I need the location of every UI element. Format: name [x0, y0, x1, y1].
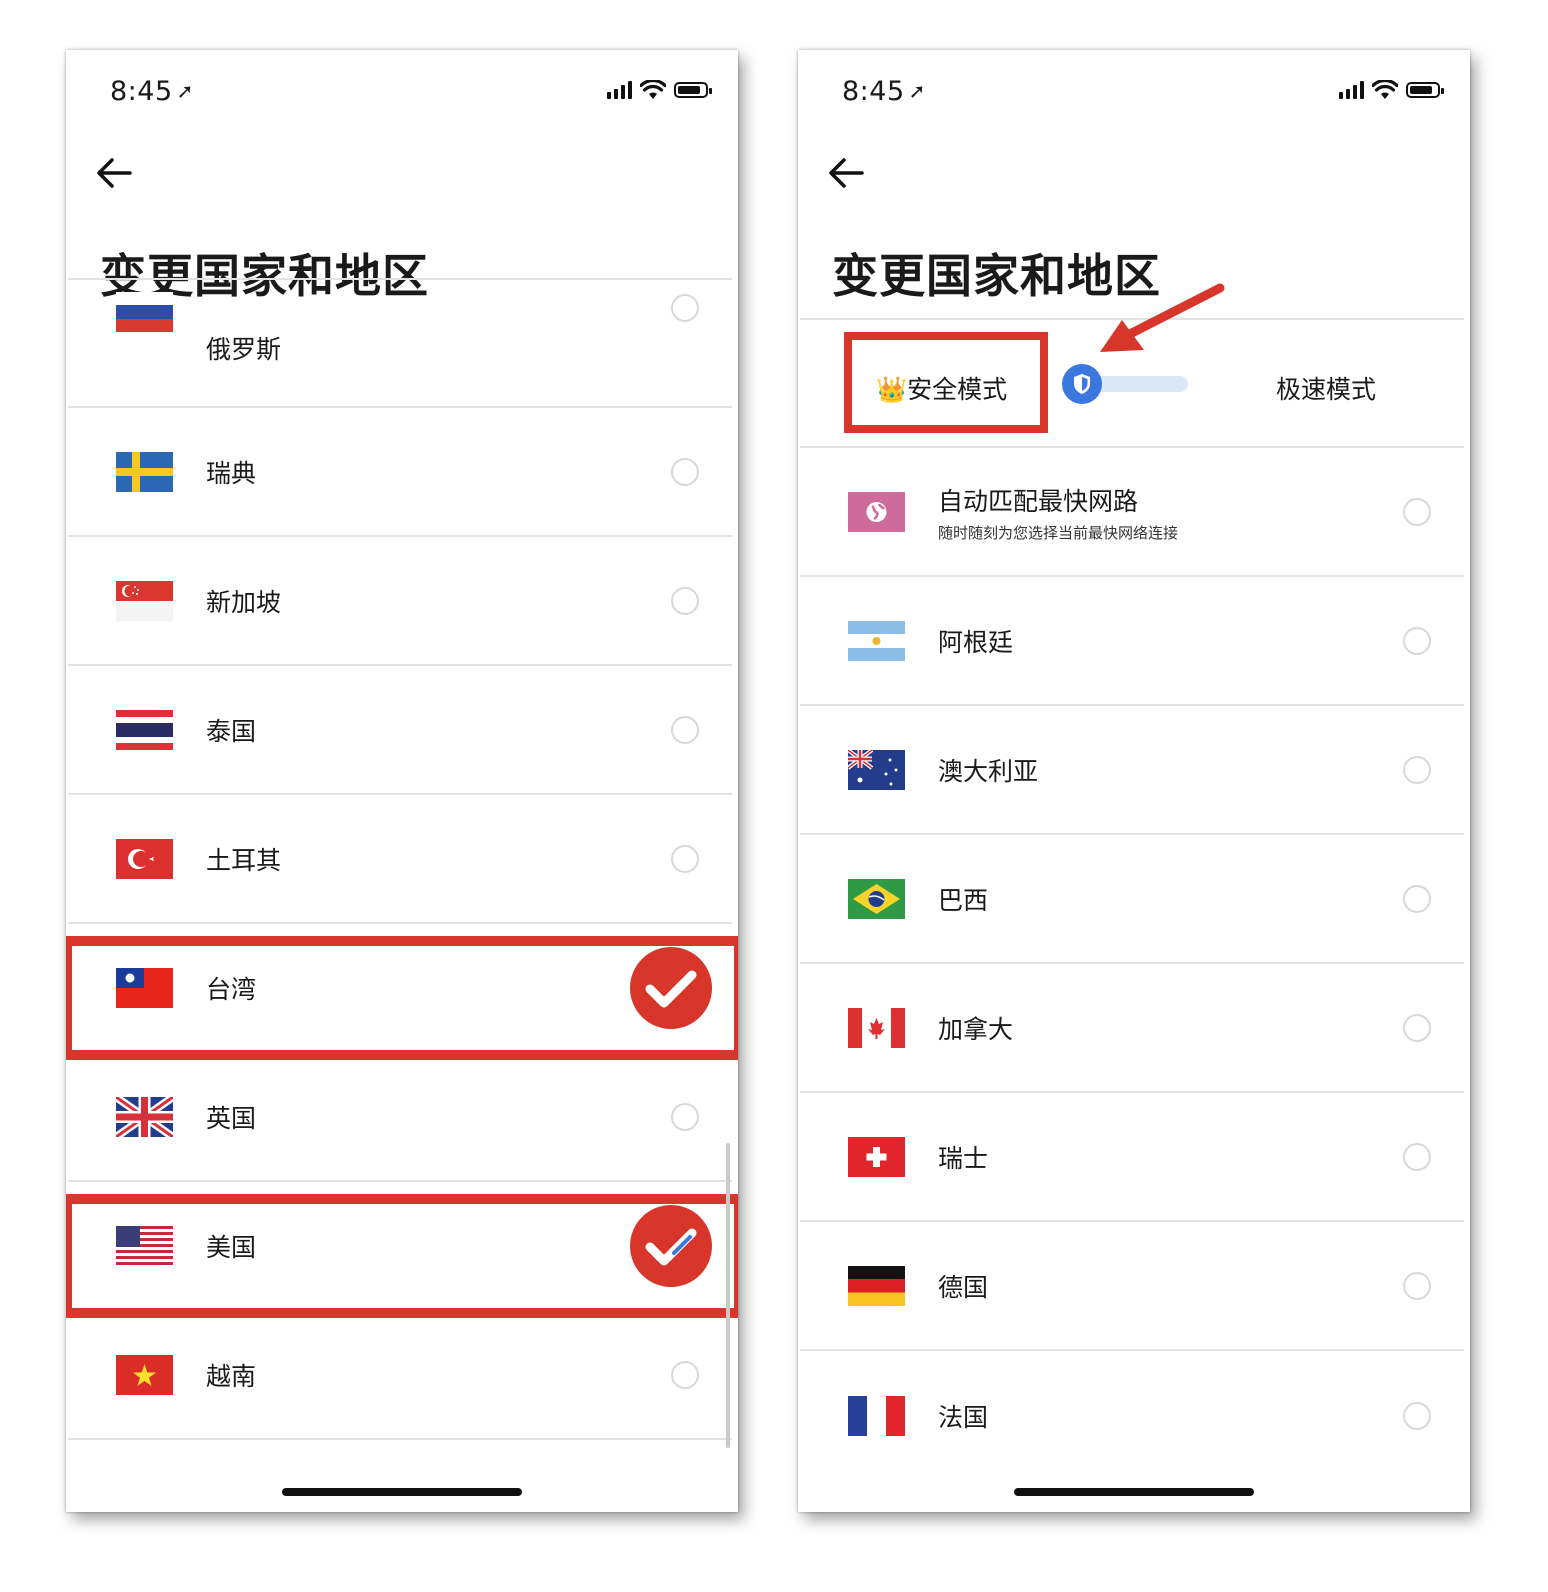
canada-flag-icon	[848, 1007, 905, 1048]
country-label: 土耳其	[206, 845, 282, 875]
country-row-uk[interactable]: 英国	[68, 1053, 732, 1182]
back-arrow-icon[interactable]	[92, 150, 138, 196]
country-row-germany[interactable]: 德国	[800, 1222, 1464, 1351]
mode-toggle-knob[interactable]	[1062, 364, 1102, 404]
phone-screen-right: 8:45 ➚ 变更国家和地区 👑安全模式 极速模式 自动匹配最快网路 随时随刻为您…	[798, 50, 1470, 1512]
vietnam-flag-icon	[116, 1354, 173, 1395]
radio-button[interactable]	[671, 294, 699, 322]
radio-button[interactable]	[1403, 1271, 1431, 1300]
fast-mode-label[interactable]: 极速模式	[1276, 370, 1376, 406]
selected-check-icon[interactable]	[630, 1204, 712, 1287]
country-row-taiwan[interactable]: 台湾	[68, 924, 732, 1053]
country-label: 澳大利亚	[938, 756, 1039, 786]
radio-button[interactable]	[1403, 755, 1431, 784]
country-row-sweden[interactable]: 瑞典	[68, 408, 732, 537]
home-indicator	[282, 1488, 522, 1496]
location-arrow-icon: ➚	[176, 79, 194, 103]
germany-flag-icon	[848, 1265, 905, 1306]
country-row-usa[interactable]: 美国	[68, 1182, 732, 1311]
selected-check-icon[interactable]	[630, 946, 712, 1029]
country-row-russia[interactable]: 俄罗斯	[68, 278, 732, 408]
auto-match-subtitle: 随时随刻为您选择当前最快网络连接	[938, 524, 1179, 542]
usa-flag-icon	[116, 1225, 173, 1266]
country-label: 美国	[206, 1232, 257, 1262]
country-label: 瑞典	[206, 458, 257, 488]
country-label: 加拿大	[938, 1014, 1014, 1044]
status-time: 8:45 ➚	[110, 76, 194, 107]
radio-button[interactable]	[671, 715, 699, 744]
australia-flag-icon	[848, 749, 905, 790]
sweden-flag-icon	[116, 451, 173, 492]
radio-button[interactable]	[671, 586, 699, 615]
status-icons	[1339, 80, 1444, 100]
battery-icon	[674, 82, 712, 98]
country-label: 巴西	[938, 885, 989, 915]
country-row-brazil[interactable]: 巴西	[800, 835, 1464, 964]
cellular-signal-icon	[1339, 81, 1364, 99]
country-row-canada[interactable]: 加拿大	[800, 964, 1464, 1093]
radio-button[interactable]	[671, 1360, 699, 1389]
status-time: 8:45 ➚	[842, 76, 926, 107]
country-label: 越南	[206, 1361, 257, 1391]
radio-button[interactable]	[1403, 626, 1431, 655]
country-label: 新加坡	[206, 587, 282, 617]
annotation-arrow-icon	[1100, 283, 1225, 352]
switzerland-flag-icon	[848, 1136, 905, 1177]
country-label: 瑞士	[938, 1143, 989, 1173]
argentina-flag-icon	[848, 620, 905, 661]
crown-icon: 👑	[876, 375, 908, 404]
radio-button[interactable]	[1403, 884, 1431, 913]
phone-screen-left: 8:45 ➚ 变更国家和地区 俄罗斯 瑞典 新加坡 泰国 土耳其 台湾 英国 美…	[66, 50, 738, 1512]
wifi-icon	[640, 80, 666, 99]
scrollbar[interactable]	[726, 1143, 730, 1448]
country-label: 英国	[206, 1103, 257, 1133]
home-indicator	[1014, 1488, 1254, 1496]
country-row-vietnam[interactable]: 越南	[68, 1311, 732, 1440]
country-row-argentina[interactable]: 阿根廷	[800, 577, 1464, 706]
wifi-icon	[1372, 80, 1398, 99]
uk-flag-icon	[116, 1096, 173, 1137]
country-label: 法国	[938, 1402, 989, 1432]
globe-icon	[848, 491, 905, 532]
country-label: 台湾	[206, 974, 257, 1004]
safe-mode-label[interactable]: 👑安全模式	[876, 370, 1007, 406]
france-flag-icon	[848, 1395, 905, 1436]
battery-icon	[1406, 82, 1444, 98]
country-label: 泰国	[206, 716, 257, 746]
back-arrow-icon[interactable]	[824, 150, 870, 196]
country-label: 俄罗斯	[206, 335, 282, 364]
russia-flag-icon	[116, 292, 173, 332]
auto-match-row[interactable]: 自动匹配最快网路 随时随刻为您选择当前最快网络连接	[800, 448, 1464, 577]
radio-button[interactable]	[1403, 1142, 1431, 1171]
taiwan-flag-icon	[116, 967, 173, 1008]
radio-button[interactable]	[1403, 497, 1431, 526]
radio-button[interactable]	[1403, 1013, 1431, 1042]
thailand-flag-icon	[116, 709, 173, 750]
auto-match-title: 自动匹配最快网路	[938, 487, 1139, 516]
country-row-australia[interactable]: 澳大利亚	[800, 706, 1464, 835]
turkey-flag-icon	[116, 838, 173, 879]
country-label: 德国	[938, 1272, 989, 1302]
radio-button[interactable]	[1403, 1401, 1431, 1430]
country-row-turkey[interactable]: 土耳其	[68, 795, 732, 924]
country-list: 俄罗斯 瑞典 新加坡 泰国 土耳其 台湾 英国 美国 越南	[68, 278, 732, 1440]
country-list: 自动匹配最快网路 随时随刻为您选择当前最快网络连接 阿根廷 澳大利亚 巴西 加拿…	[800, 448, 1464, 1480]
radio-button[interactable]	[671, 1102, 699, 1131]
country-label: 阿根廷	[938, 627, 1014, 657]
radio-button[interactable]	[671, 457, 699, 486]
country-row-switzerland[interactable]: 瑞士	[800, 1093, 1464, 1222]
status-icons	[607, 80, 712, 100]
radio-button[interactable]	[671, 844, 699, 873]
country-row-thailand[interactable]: 泰国	[68, 666, 732, 795]
brazil-flag-icon	[848, 878, 905, 919]
singapore-flag-icon	[116, 580, 173, 621]
shield-icon	[1074, 374, 1090, 394]
country-row-france[interactable]: 法国	[800, 1351, 1464, 1480]
location-arrow-icon: ➚	[908, 79, 926, 103]
cellular-signal-icon	[607, 81, 632, 99]
country-row-singapore[interactable]: 新加坡	[68, 537, 732, 666]
